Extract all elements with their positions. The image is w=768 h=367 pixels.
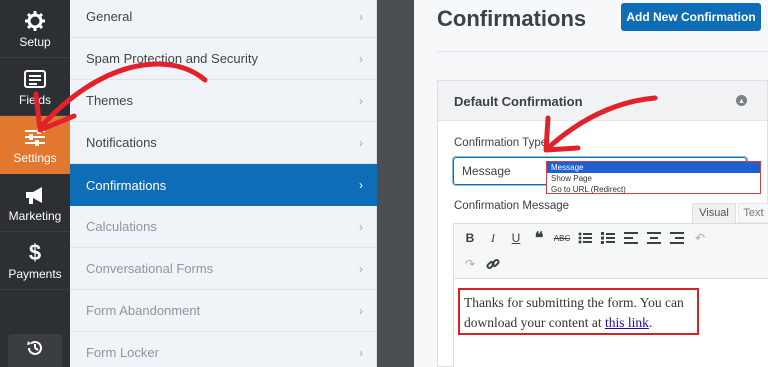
chevron-right-icon: › [359,262,363,276]
select-value: Message [462,164,511,178]
sidebar-item-label: Setup [19,34,51,49]
dollar-icon: $ [28,239,42,265]
card-title: Default Confirmation [454,94,583,109]
confirmations-panel: Confirmations Add New Confirmation Defau… [414,0,768,367]
chevron-right-icon: › [359,220,363,234]
settings-nav: General › Spam Protection and Security › T… [70,0,377,367]
confirmation-message-text: Thanks for submitting the form. You can … [458,288,699,335]
align-center-icon[interactable] [644,228,664,248]
sidebar-item-label: Settings [13,151,57,165]
nav-item-general[interactable]: General › [70,0,377,38]
nav-item-label: Form Locker [86,345,159,360]
panel-gutter [377,0,414,367]
nav-item-label: Notifications [86,135,157,150]
chevron-right-icon: › [359,94,363,108]
message-end: . [648,315,653,330]
numbered-list-icon[interactable] [598,228,618,248]
option-show-page[interactable]: Show Page [547,173,760,184]
megaphone-icon [23,184,47,206]
sidebar-item-setup[interactable]: Setup [0,0,70,58]
nav-item-form-abandonment[interactable]: Form Abandonment › [70,290,377,332]
nav-item-themes[interactable]: Themes › [70,80,377,122]
nav-item-notifications[interactable]: Notifications › [70,122,377,164]
gear-icon [23,10,47,32]
undo-icon[interactable]: ↶ [690,228,710,248]
chevron-right-icon: › [359,136,363,150]
blockquote-icon[interactable]: ❝ [529,228,549,248]
nav-item-calculations[interactable]: Calculations › [70,206,377,248]
nav-item-label: Calculations [86,219,157,234]
chevron-right-icon: › [359,178,363,192]
chevron-right-icon: › [359,52,363,66]
confirmation-card: Default Confirmation ▴ Confirmation Type… [437,80,768,367]
sidebar-item-label: Marketing [8,208,62,223]
redo-icon[interactable]: ↷ [460,254,480,274]
message-link[interactable]: this link [605,315,649,330]
confirmation-message-label: Confirmation Message [454,200,570,212]
sidebar-item-label: Payments [8,266,62,281]
revisions-button[interactable] [8,334,62,367]
nav-item-label: Conversational Forms [86,261,214,276]
option-redirect[interactable]: Go to URL (Redirect) [547,184,760,195]
chevron-up-icon[interactable]: ▴ [736,95,747,106]
sliders-icon [23,126,47,148]
sidebar-item-settings[interactable]: Settings [0,116,70,174]
tab-text[interactable]: Text [738,203,768,223]
bold-icon[interactable]: B [460,228,480,248]
nav-item-conversational-forms[interactable]: Conversational Forms › [70,248,377,290]
card-header[interactable]: Default Confirmation ▴ [438,81,767,121]
divider [437,51,768,52]
underline-icon[interactable]: U [506,228,526,248]
nav-item-label: Confirmations [86,177,167,193]
confirmation-type-label: Confirmation Type [454,137,548,149]
sidebar-item-marketing[interactable]: Marketing [0,174,70,232]
tab-visual[interactable]: Visual [692,203,736,223]
sidebar-item-payments[interactable]: $ Payments [0,232,70,290]
history-icon [26,339,44,362]
nav-item-label: Themes [86,93,133,108]
chevron-right-icon: › [359,304,363,318]
align-left-icon[interactable] [621,228,641,248]
align-right-icon[interactable] [667,228,687,248]
nav-item-label: Spam Protection and Security [86,51,258,66]
chevron-right-icon: › [359,10,363,24]
confirmation-type-dropdown: Message Show Page Go to URL (Redirect) [546,161,761,194]
sidebar-item-fields[interactable]: Fields [0,58,70,116]
nav-item-label: General [86,9,133,24]
add-confirmation-button[interactable]: Add New Confirmation [621,3,761,31]
italic-icon[interactable]: I [483,228,503,248]
bullet-list-icon[interactable] [575,228,595,248]
nav-item-spam-protection[interactable]: Spam Protection and Security › [70,38,377,80]
strikethrough-icon[interactable]: ABC [552,228,572,248]
chevron-right-icon: › [359,346,363,360]
sidebar-item-label: Fields [18,92,51,107]
option-message[interactable]: Message [547,162,760,173]
page-title: Confirmations [437,6,587,31]
editor-toolbar: B I U ❝ ABC ↶ ↷ [453,223,768,279]
message-editor[interactable]: Thanks for submitting the form. You can … [453,279,768,367]
main-sidebar: Setup Fields Settings Marketing $ Paymen… [0,0,70,367]
nav-item-form-locker[interactable]: Form Locker › [70,332,377,367]
fields-icon [23,68,47,90]
link-icon[interactable] [483,254,503,274]
nav-item-confirmations[interactable]: Confirmations › [70,164,377,206]
nav-item-label: Form Abandonment [86,303,201,318]
